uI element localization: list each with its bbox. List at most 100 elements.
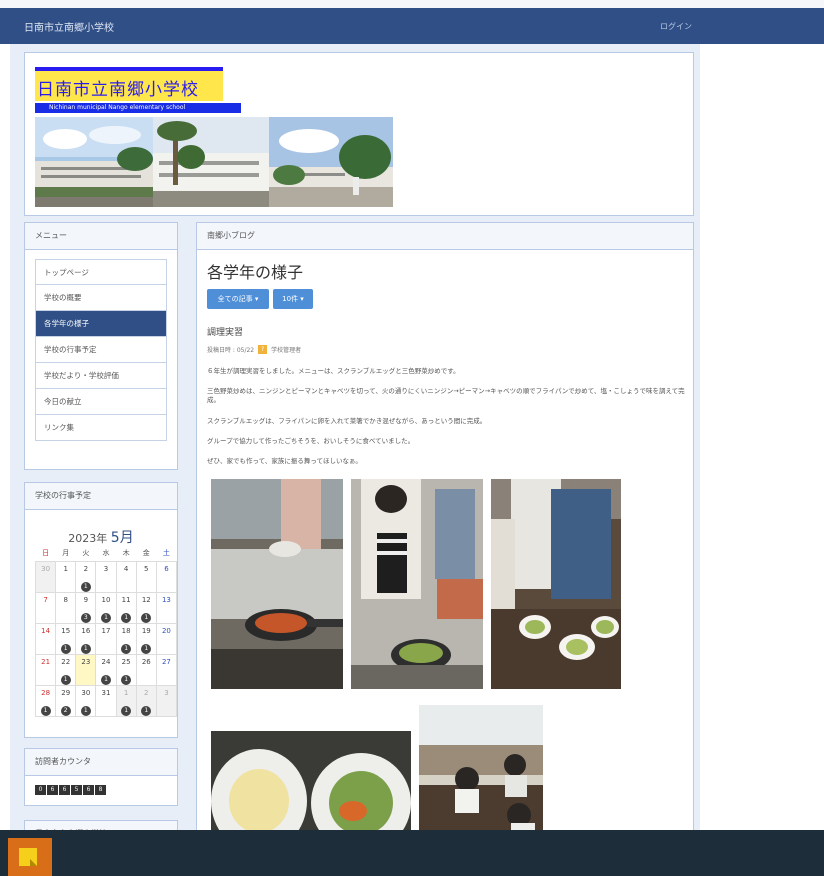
calendar-day[interactable]: 31 bbox=[95, 685, 117, 717]
calendar-day[interactable]: 4 bbox=[115, 561, 137, 593]
login-link[interactable]: ログイン bbox=[660, 21, 692, 32]
event-count-badge[interactable]: 1 bbox=[100, 613, 111, 623]
calendar-day[interactable]: 1 bbox=[55, 561, 77, 593]
calendar-day-number: 30 bbox=[81, 689, 91, 697]
event-count-badge[interactable]: 1 bbox=[141, 644, 152, 654]
calendar-day-number: 26 bbox=[141, 658, 151, 666]
event-count-badge[interactable]: 1 bbox=[121, 613, 132, 623]
sticky-notes-icon[interactable] bbox=[8, 838, 52, 876]
calendar-day-number: 31 bbox=[101, 689, 111, 697]
menu-item-school-events[interactable]: 学校の行事予定 bbox=[35, 337, 167, 363]
calendar-day[interactable]: 30 bbox=[34, 561, 57, 593]
post-paragraph-2: 三色野菜炒めは、ニンジンとピーマンとキャベツを切って、火の通りにくいニンジン→ピ… bbox=[207, 387, 685, 404]
calendar-day[interactable]: 15 1 bbox=[55, 623, 77, 655]
calendar-day[interactable]: 17 bbox=[95, 623, 117, 655]
calendar-day[interactable]: 26 bbox=[135, 654, 157, 686]
calendar-day-number: 9 bbox=[83, 596, 89, 604]
calendar-month: 5月 bbox=[110, 530, 134, 546]
calendar-day[interactable]: 28 1 bbox=[34, 685, 57, 717]
calendar-day[interactable]: 3 bbox=[95, 561, 117, 593]
blog-photo-cooking-3[interactable] bbox=[491, 479, 621, 689]
calendar-day[interactable]: 3 bbox=[155, 685, 178, 717]
site-name-link[interactable]: 日南市立南郷小学校 bbox=[24, 19, 114, 34]
menu-item-school-overview[interactable]: 学校の概要 bbox=[35, 285, 167, 311]
calendar-weekday: 水 bbox=[102, 549, 110, 557]
calendar-day[interactable]: 18 1 bbox=[115, 623, 137, 655]
items-per-page-dropdown[interactable]: 10件 ▾ bbox=[273, 289, 313, 309]
calendar-day[interactable]: 93 bbox=[75, 592, 97, 624]
event-count-badge[interactable]: 1 bbox=[80, 644, 91, 654]
event-count-badge[interactable]: 1 bbox=[121, 644, 132, 654]
menu-item-top-page[interactable]: トップページ bbox=[35, 259, 167, 285]
calendar-day[interactable]: 14 bbox=[34, 623, 57, 655]
all-articles-dropdown[interactable]: 全ての記事 ▾ bbox=[207, 289, 269, 309]
visitor-counter-title: 訪問者カウンタ bbox=[25, 749, 177, 776]
calendar-day[interactable]: 24 1 bbox=[95, 654, 117, 686]
calendar-day[interactable]: 21 bbox=[135, 685, 157, 717]
calendar-day[interactable]: 10 1 bbox=[95, 592, 117, 624]
calendar-day-number: 10 bbox=[101, 596, 111, 604]
calendar-day[interactable]: 8 bbox=[55, 592, 77, 624]
menu-item-newsletter[interactable]: 学校だより・学校評価 bbox=[35, 363, 167, 389]
event-count-badge[interactable]: 1 bbox=[60, 644, 71, 654]
calendar-day-number: 23 bbox=[81, 658, 91, 666]
event-count-badge[interactable]: 1 bbox=[60, 675, 71, 685]
calendar-day-number: 24 bbox=[101, 658, 111, 666]
calendar-day[interactable]: 21 bbox=[34, 654, 57, 686]
event-count-badge[interactable]: 1 bbox=[80, 706, 91, 716]
calendar-day[interactable]: 30 1 bbox=[75, 685, 97, 717]
calendar-day-number: 16 bbox=[81, 627, 91, 635]
calendar-day[interactable]: 27 bbox=[155, 654, 178, 686]
calendar-day[interactable]: 21 bbox=[75, 561, 97, 593]
event-count-badge[interactable]: 3 bbox=[80, 613, 91, 623]
calendar-day[interactable]: 23 bbox=[75, 654, 97, 686]
post-title[interactable]: 調理実習 bbox=[207, 325, 243, 338]
blog-photo-cooking-1[interactable] bbox=[211, 479, 343, 689]
calendar-day[interactable]: 22 1 bbox=[55, 654, 77, 686]
menu-item-links[interactable]: リンク集 bbox=[35, 415, 167, 441]
calendar-year: 2023年 bbox=[68, 532, 108, 545]
school-photo-1 bbox=[35, 117, 153, 207]
blog-title: 各学年の様子 bbox=[207, 263, 304, 282]
counter-digit: 6 bbox=[59, 785, 70, 795]
post-author: 学校管理者 bbox=[271, 347, 302, 354]
event-count-badge[interactable]: 1 bbox=[100, 675, 111, 685]
calendar-day[interactable]: 11 bbox=[115, 685, 137, 717]
calendar-day-number: 8 bbox=[63, 596, 68, 604]
calendar-day-number: 30 bbox=[41, 565, 51, 573]
calendar-day-number: 28 bbox=[41, 689, 51, 697]
calendar-day[interactable]: 25 1 bbox=[115, 654, 137, 686]
menu-item-todays-menu[interactable]: 今日の献立 bbox=[35, 389, 167, 415]
calendar-day[interactable]: 11 1 bbox=[115, 592, 137, 624]
calendar-day-number: 22 bbox=[61, 658, 71, 666]
menu-item-each-grade[interactable]: 各学年の様子 bbox=[35, 311, 167, 337]
calendar-day[interactable]: 16 1 bbox=[75, 623, 97, 655]
author-icon: ? bbox=[258, 345, 268, 354]
event-count-badge[interactable]: 1 bbox=[141, 706, 152, 716]
calendar-day[interactable]: 6 bbox=[155, 561, 178, 593]
calendar-day[interactable]: 13 bbox=[155, 592, 178, 624]
event-count-badge[interactable]: 1 bbox=[80, 582, 91, 592]
calendar-day[interactable]: 12 1 bbox=[135, 592, 157, 624]
event-count-badge[interactable]: 1 bbox=[121, 675, 132, 685]
calendar-day-number: 29 bbox=[61, 689, 71, 697]
calendar-day[interactable]: 19 1 bbox=[135, 623, 157, 655]
blog-photo-cooking-2[interactable] bbox=[351, 479, 483, 689]
calendar-day-number: 1 bbox=[63, 565, 68, 573]
calendar-day[interactable]: 7 bbox=[34, 592, 57, 624]
calendar-day[interactable]: 29 2 bbox=[55, 685, 77, 717]
event-count-badge[interactable]: 1 bbox=[121, 706, 132, 716]
school-logo-title[interactable]: 日南市立南郷小学校 bbox=[35, 67, 223, 101]
event-count-badge[interactable]: 1 bbox=[141, 613, 152, 623]
post-paragraph-3: スクランブルエッグは、フライパンに卵を入れて菜箸でかき混ぜながら、あっという間に… bbox=[207, 417, 487, 425]
calendar-day[interactable]: 20 bbox=[155, 623, 178, 655]
calendar-day[interactable]: 5 bbox=[135, 561, 157, 593]
counter-digit: 5 bbox=[71, 785, 82, 795]
event-count-badge[interactable]: 2 bbox=[60, 706, 71, 716]
menu-panel-title: メニュー bbox=[25, 223, 177, 250]
calendar-day-number: 2 bbox=[144, 689, 149, 697]
calendar-day-number: 27 bbox=[161, 658, 171, 666]
post-paragraph-4: グループで協力して作ったごちそうを、おいしそうに食べていました。 bbox=[207, 437, 415, 445]
event-count-badge[interactable]: 1 bbox=[40, 706, 51, 716]
calendar-day-number: 2 bbox=[83, 565, 89, 573]
